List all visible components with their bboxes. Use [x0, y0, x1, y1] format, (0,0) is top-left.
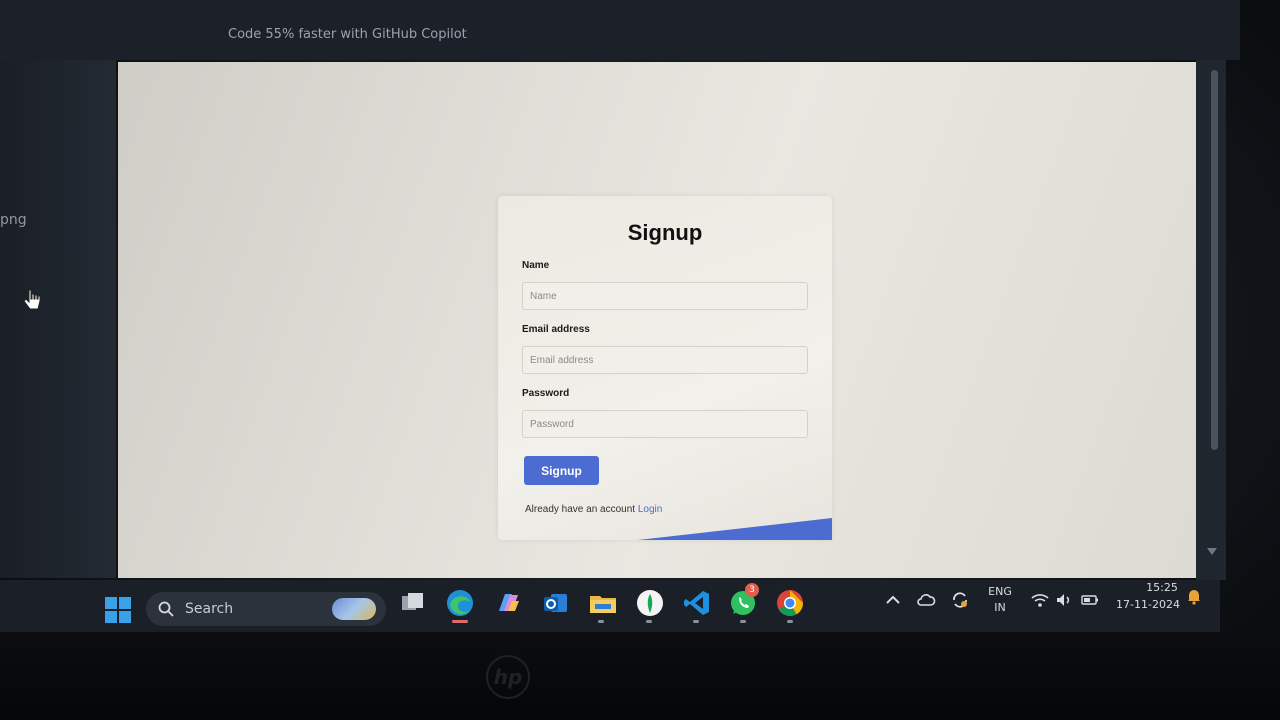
- password-label: Password: [522, 388, 570, 399]
- name-input[interactable]: [522, 282, 808, 310]
- region-indicator[interactable]: IN: [984, 601, 1016, 614]
- hand-cursor-icon: [23, 289, 41, 310]
- web-page: Signup Name Email address Password Signu…: [118, 62, 1196, 578]
- chevron-up-icon[interactable]: [883, 590, 903, 610]
- signup-card: Signup Name Email address Password Signu…: [498, 196, 832, 540]
- volume-icon[interactable]: [1054, 590, 1074, 610]
- search-highlight-icon: [332, 598, 376, 620]
- outlook-icon[interactable]: [540, 587, 572, 619]
- windows-start-icon[interactable]: [105, 597, 131, 623]
- promo-text[interactable]: Code 55% faster with GitHub Copilot: [228, 27, 467, 42]
- scroll-down-arrow-icon[interactable]: [1207, 548, 1217, 555]
- hp-logo: hp: [486, 655, 530, 699]
- card-wave-decoration: [638, 518, 832, 540]
- taskbar-search-box[interactable]: Search: [146, 592, 386, 626]
- laptop-bezel: [0, 632, 1280, 720]
- browser-top-bar: Code 55% faster with GitHub Copilot: [0, 0, 1240, 60]
- language-indicator[interactable]: ENG: [984, 585, 1016, 598]
- whatsapp-running-indicator: [740, 620, 746, 623]
- notification-bell-icon[interactable]: [1184, 586, 1204, 606]
- vscode-running-indicator: [693, 620, 699, 623]
- battery-icon[interactable]: [1080, 590, 1100, 610]
- email-input[interactable]: [522, 346, 808, 374]
- page-title: Signup: [627, 220, 703, 245]
- search-label: Search: [185, 601, 234, 617]
- compass-running-indicator: [646, 620, 652, 623]
- sync-status-icon[interactable]: [950, 590, 970, 610]
- name-label: Name: [522, 260, 550, 271]
- whatsapp-unread-badge: 3: [745, 583, 759, 597]
- clock-date[interactable]: 17-11-2024: [1112, 598, 1184, 611]
- cloud-sync-icon[interactable]: [916, 590, 936, 610]
- signup-button[interactable]: Signup: [524, 456, 599, 485]
- explorer-running-indicator: [598, 620, 604, 623]
- edge-active-indicator: [452, 620, 468, 623]
- file-explorer-icon[interactable]: [587, 587, 619, 619]
- wifi-icon[interactable]: [1030, 590, 1050, 610]
- scrollbar-thumb[interactable]: [1211, 70, 1218, 450]
- password-input[interactable]: [522, 410, 808, 438]
- edge-icon[interactable]: [444, 587, 476, 619]
- left-side-panel: png: [0, 60, 116, 578]
- vscode-icon[interactable]: [681, 587, 713, 619]
- email-label: Email address: [522, 324, 590, 335]
- chrome-running-indicator: [787, 620, 793, 623]
- task-view-icon[interactable]: [397, 587, 429, 619]
- chrome-icon[interactable]: [774, 587, 806, 619]
- file-name-fragment: png: [0, 212, 27, 228]
- copilot-icon[interactable]: [492, 587, 524, 619]
- mongodb-compass-icon[interactable]: [634, 587, 666, 619]
- search-icon: [158, 601, 174, 617]
